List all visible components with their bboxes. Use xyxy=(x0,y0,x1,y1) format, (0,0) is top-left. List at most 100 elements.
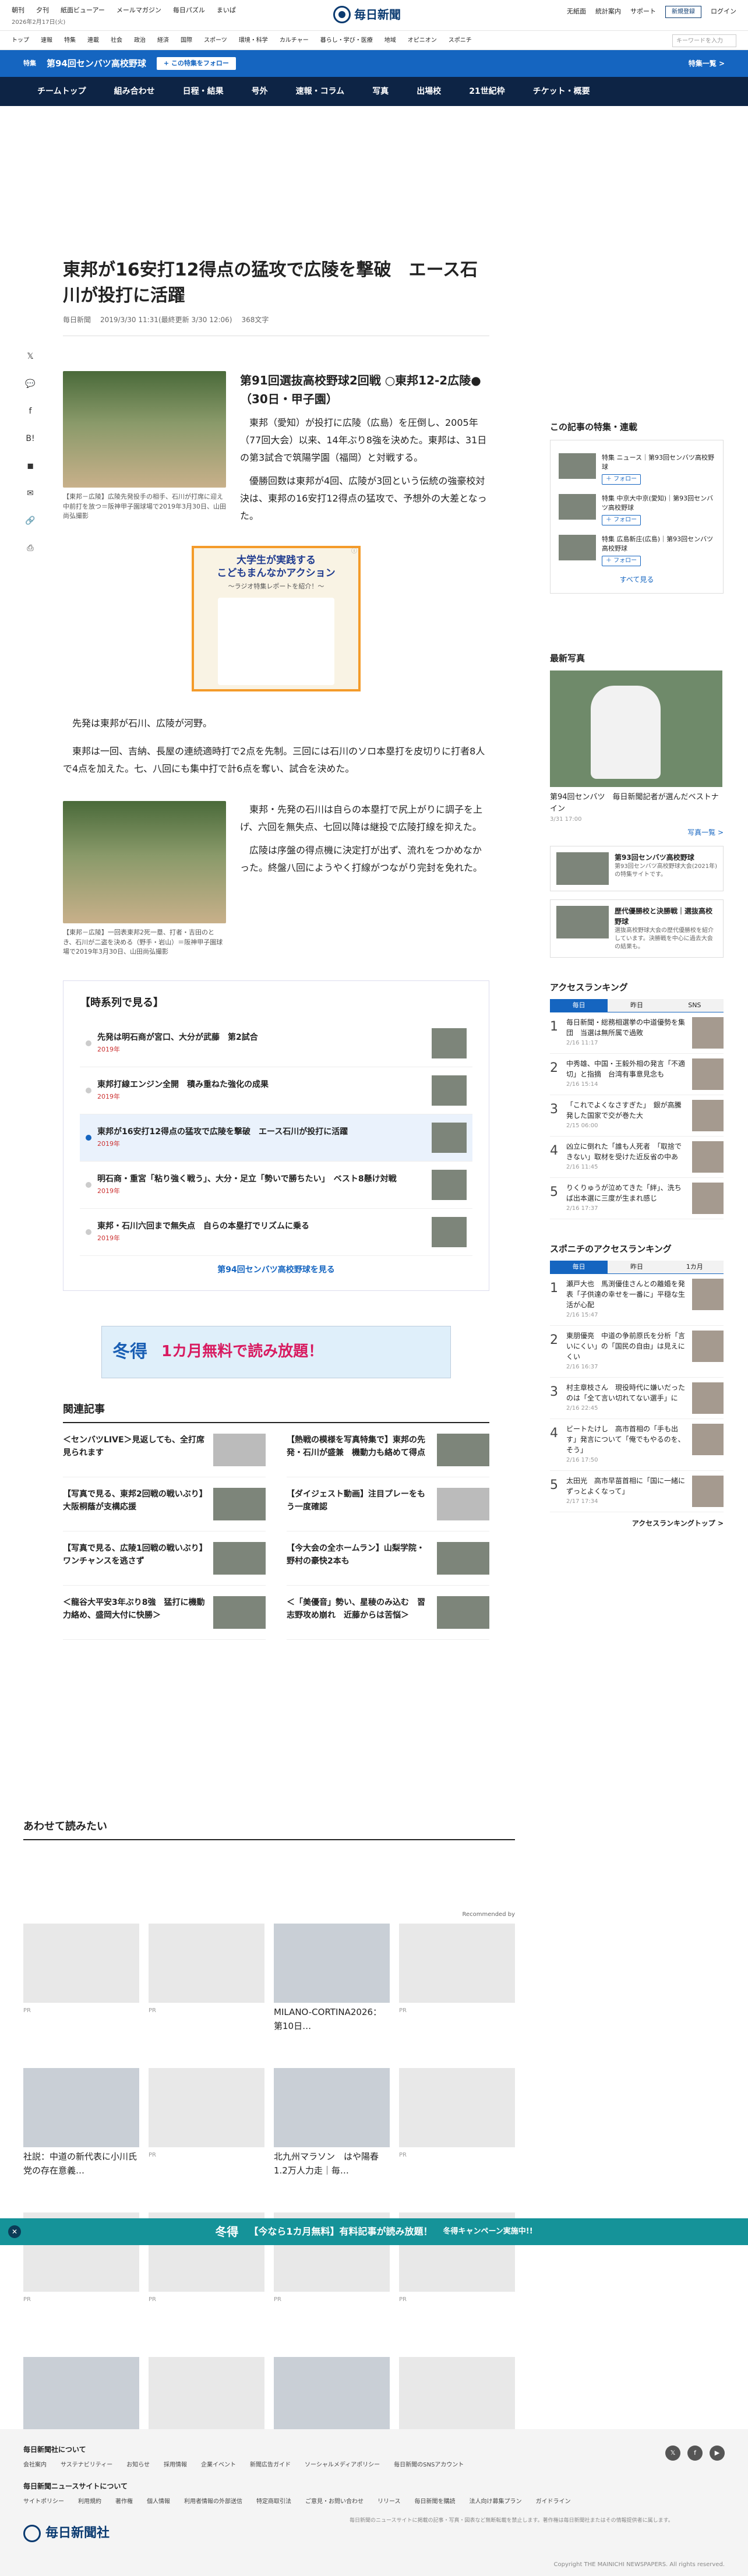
x-icon[interactable]: 𝕏 xyxy=(665,2446,680,2461)
ranking-item[interactable]: 4 凶立に倒れた「誰も人死者 「取捨できない」取材を受けた近反省の中あ 2/16 1… xyxy=(550,1137,724,1178)
feature-follow-button[interactable]: ＋ フォロー xyxy=(602,555,641,566)
right-link[interactable]: 統計案内 xyxy=(595,7,621,17)
recommended-item[interactable]: PR xyxy=(23,1924,139,2068)
recommended-item[interactable]: 北九州マラソン はや陽春 1.2万人力走｜毎… xyxy=(274,2068,390,2212)
features-more-link[interactable]: すべて見る xyxy=(559,574,715,585)
category-item[interactable]: カルチャー xyxy=(280,36,309,45)
x-icon[interactable]: 𝕏 xyxy=(27,351,33,363)
category-item[interactable]: オピニオン xyxy=(408,36,437,45)
related-item[interactable]: 【写真で見る、東邦2回戦の戦いぶり】大阪桐蔭が支構応援 xyxy=(63,1477,266,1532)
timeline-more-link[interactable]: 第94回センバツ高校野球を見る xyxy=(80,1264,472,1276)
footer-link[interactable]: お知らせ xyxy=(126,2461,150,2469)
footer-link[interactable]: 個人情報 xyxy=(147,2497,170,2506)
category-item[interactable]: 特集 xyxy=(64,36,76,45)
related-item[interactable]: ＜「美優音」勢い、星稜のみ込む 習志野攻め崩れ 近藤からは苦悩＞ xyxy=(287,1586,489,1640)
footer-link[interactable]: リリース xyxy=(377,2497,401,2506)
related-item[interactable]: ＜センバツLIVE＞見返しても、全打席見られます xyxy=(63,1423,266,1477)
tab-columns[interactable]: 速報・コラム xyxy=(282,86,359,98)
tab-matchups[interactable]: 組み合わせ xyxy=(100,86,169,98)
ranking-item[interactable]: 4 ビートたけし 高市首相の「手も出す」発言について「俺でもやるのを、そう」 2/1… xyxy=(550,1419,724,1471)
top-link[interactable]: まいぱ xyxy=(217,6,236,16)
article-photo[interactable] xyxy=(63,371,226,488)
category-item[interactable]: 政治 xyxy=(134,36,146,45)
tab-schools[interactable]: 出場校 xyxy=(403,86,455,98)
footer-link[interactable]: 著作権 xyxy=(115,2497,133,2506)
login-link[interactable]: ログイン xyxy=(711,7,736,17)
ranking-tab[interactable]: 昨日 xyxy=(608,1260,666,1273)
feature-follow-button[interactable]: ＋ フォロー xyxy=(602,514,641,525)
ranking-tab[interactable]: 毎日 xyxy=(550,1260,608,1273)
recommended-item[interactable]: PR xyxy=(399,1924,515,2068)
timeline-item[interactable]: 東邦・石川六回まで無失点 自らの本塁打でリズムに乗る 2019年 xyxy=(80,1209,472,1256)
ad-banner[interactable]: ⓘ 大学生が実践する こどもまんなかアクション ～ラジオ特集レポートを紹介！～ xyxy=(192,546,361,691)
ranking-item[interactable]: 5 りくりゅうが泣めてきた「絆」、洗ちば出本選に三度が生まれ感じ 2/16 17:3… xyxy=(550,1178,724,1219)
follow-button[interactable]: + この特集をフォロー xyxy=(156,57,236,70)
footer-link[interactable]: ソーシャルメディアポリシー xyxy=(305,2461,380,2469)
recommended-item[interactable]: PR xyxy=(149,1924,264,2068)
footer-link[interactable]: 特定商取引法 xyxy=(256,2497,291,2506)
ranking-item[interactable]: 3 村主章枝さん 現役時代に嫌いだったのは「全て言い切れてない選手」に 2/16 2… xyxy=(550,1378,724,1419)
recommended-item[interactable]: MILANO-CORTINA2026：第10日… xyxy=(274,1924,390,2068)
category-item[interactable]: スポニチ xyxy=(449,36,472,45)
category-item[interactable]: トップ xyxy=(12,36,29,45)
category-item[interactable]: 暮らし・学び・医療 xyxy=(320,36,373,45)
recommended-item[interactable]: PR xyxy=(399,2068,515,2212)
ad-info-icon[interactable]: ⓘ xyxy=(351,547,357,556)
top-link[interactable]: 夕刊 xyxy=(36,6,49,16)
photo-list-link[interactable]: 写真一覧 > xyxy=(550,827,724,838)
category-item[interactable]: 社会 xyxy=(111,36,122,45)
recommended-item[interactable]: PR xyxy=(149,2068,264,2212)
ranking-item[interactable]: 3 「これでよくなさすぎた」 銀が高騰発した国家で交が巻た大 2/15 06:00 xyxy=(550,1095,724,1137)
tab-schedule[interactable]: 日程・結果 xyxy=(169,86,238,98)
top-link[interactable]: 紙面ビューアー xyxy=(61,6,105,16)
tab-team-top[interactable]: チームトップ xyxy=(23,86,100,98)
category-item[interactable]: 経済 xyxy=(157,36,169,45)
category-item[interactable]: 地域 xyxy=(384,36,396,45)
ranking-item[interactable]: 2 東朋優亮 中道の争前原氏を分析「言いにくい」の「国民の自由」は見えにくい 2/1… xyxy=(550,1326,724,1378)
footer-link[interactable]: サイトポリシー xyxy=(23,2497,64,2506)
feature-list-link[interactable]: 特集一覧 > xyxy=(689,58,725,69)
footer-link[interactable]: 利用者情報の外部送信 xyxy=(184,2497,242,2506)
tab-extra[interactable]: 号外 xyxy=(238,86,282,98)
register-button[interactable]: 新規登録 xyxy=(665,6,701,18)
ranking-tab[interactable]: 1カ月 xyxy=(665,1260,724,1273)
comment-icon[interactable]: 💬 xyxy=(25,378,35,390)
footer-link[interactable]: 法人向け募集プラン xyxy=(470,2497,522,2506)
timeline-item[interactable]: 東邦打線エンジン全開 積み重ねた強化の成果 2019年 xyxy=(80,1067,472,1114)
print-icon[interactable]: ⎙ xyxy=(27,542,33,555)
category-item[interactable]: 国際 xyxy=(181,36,192,45)
youtube-icon[interactable]: ▶ xyxy=(710,2446,725,2461)
facebook-icon[interactable]: f xyxy=(29,405,32,418)
subscription-ad[interactable]: 冬得 1カ月無料で読み放題！ xyxy=(101,1325,451,1378)
related-item[interactable]: 【熱戦の模様を写真特集で】東邦の先発・石川が盛兼 機動力も絡めて得点 xyxy=(287,1423,489,1477)
link-icon[interactable]: 🔗 xyxy=(25,515,35,527)
ranking-item[interactable]: 1 毎日新聞・総務相選挙の中道優勢を集団 当選は無所属で過敗 2/16 11:17 xyxy=(550,1012,724,1054)
timeline-item[interactable]: 明石商・重宮「粘り強く戦う」、大分・足立「勢いで勝ちたい」 ベスト8懸け対戦 20… xyxy=(80,1162,472,1209)
timeline-item-current[interactable]: 東邦が16安打12得点の猛攻で広陵を撃破 エース石川が投打に活躍 2019年 xyxy=(80,1114,472,1162)
latest-caption[interactable]: 第94回センバツ 毎日新聞記者が選んだベストナイン xyxy=(550,792,724,815)
side-banner[interactable]: 第93回センバツ高校野球 第93回センバツ高校野球大会(2021年)の特集サイトで… xyxy=(550,846,724,891)
footer-link[interactable]: 会社案内 xyxy=(23,2461,47,2469)
ranking-tab[interactable]: 昨日 xyxy=(608,998,666,1012)
footer-logo[interactable]: 毎日新聞社 xyxy=(23,2524,725,2543)
keyword-search-input[interactable]: キーワードを入力 xyxy=(672,34,736,47)
category-item[interactable]: スポーツ xyxy=(204,36,227,45)
ranking-top-link[interactable]: アクセスランキングトップ > xyxy=(550,1518,724,1529)
related-item[interactable]: 【今大会の全ホームラン】山梨学院・野村の豪快2本も xyxy=(287,1532,489,1586)
article-photo[interactable] xyxy=(63,801,226,923)
facebook-icon[interactable]: f xyxy=(687,2446,703,2461)
feature-item[interactable]: 特集 ニュース｜第93回センバツ高校野球 ＋ フォロー xyxy=(559,449,715,489)
feature-item[interactable]: 特集 中京大中京(愛知)｜第93回センバツ高校野球 ＋ フォロー xyxy=(559,489,715,530)
feature-follow-button[interactable]: ＋ フォロー xyxy=(602,474,641,485)
related-item[interactable]: 【写真で見る、広陵1回戦の戦いぶり】ワンチャンスを逃さず xyxy=(63,1532,266,1586)
latest-photo[interactable] xyxy=(550,671,724,787)
ranking-item[interactable]: 1 瀬戸大也 馬渕優佳さんとの離婚を発表「子供達の幸せを一番に」平穏な生活が心配 2… xyxy=(550,1274,724,1326)
footer-link[interactable]: サステナビリティー xyxy=(61,2461,112,2469)
campaign-banner[interactable]: ✕ 冬得 【今なら1カ月無料】有料記事が読み放題！ 冬得キャンペーン実施中!! xyxy=(0,2218,748,2245)
hatena-icon[interactable]: B! xyxy=(26,433,34,445)
ranking-tab[interactable]: 毎日 xyxy=(550,998,608,1012)
feature-item[interactable]: 特集 広島新庄(広島)｜第93回センバツ高校野球 ＋ フォロー xyxy=(559,530,715,571)
tab-tickets[interactable]: チケット・概要 xyxy=(519,86,604,98)
top-link[interactable]: メールマガジン xyxy=(117,6,161,16)
recommended-item[interactable]: 社説：中道の新代表に小川氏 党の存在意義… xyxy=(23,2068,146,2212)
